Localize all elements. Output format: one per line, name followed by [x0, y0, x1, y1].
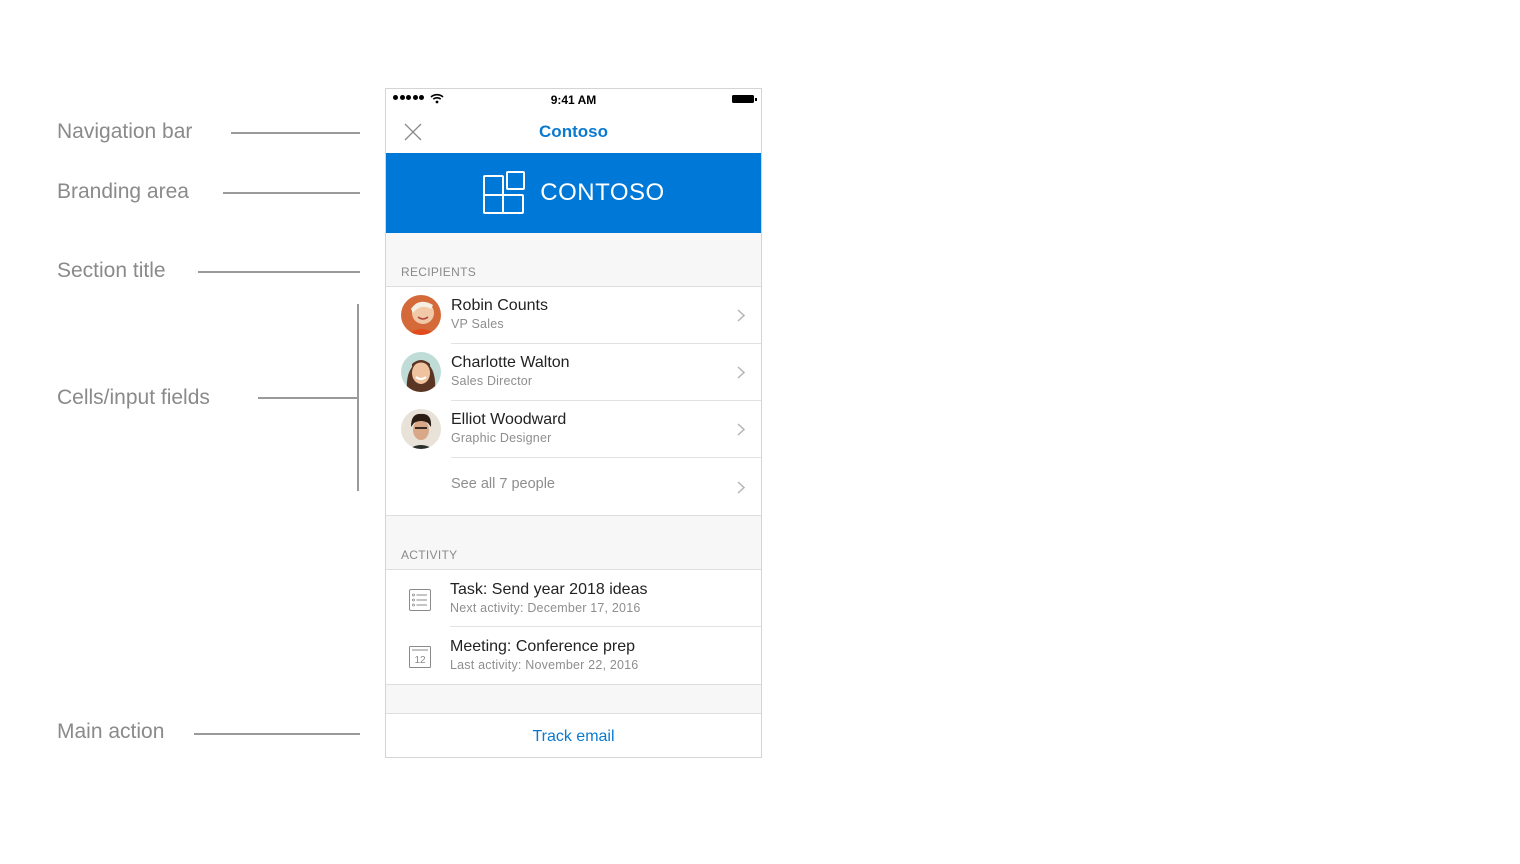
recipient-cell[interactable]: Charlotte Walton Sales Director — [386, 344, 761, 401]
chevron-right-icon — [737, 309, 745, 322]
status-time: 9:41 AM — [550, 93, 597, 107]
activity-subtitle: Last activity: November 22, 2016 — [450, 658, 639, 672]
navigation-bar: Contoso — [386, 111, 761, 153]
activity-title: Task: Send year 2018 ideas — [450, 581, 648, 598]
chevron-right-icon — [737, 366, 745, 379]
activity-cell[interactable]: Task: Send year 2018 ideas Next activity… — [386, 570, 761, 627]
callout-navigation-bar: Navigation bar — [57, 120, 193, 143]
callout-bracket — [357, 304, 359, 491]
avatar — [401, 352, 441, 392]
branding-area: CONTOSO — [386, 153, 761, 233]
chevron-right-icon — [737, 481, 745, 494]
recipient-title: Graphic Designer — [451, 431, 552, 445]
activity-subtitle: Next activity: December 17, 2016 — [450, 601, 641, 615]
callout-main-action: Main action — [57, 720, 165, 743]
callout-line — [198, 271, 360, 273]
section-title-activity: ACTIVITY — [386, 516, 761, 570]
contoso-logo-icon — [483, 171, 526, 214]
task-list-icon — [409, 589, 431, 611]
callout-section-title: Section title — [57, 259, 166, 282]
recipient-title: VP Sales — [451, 317, 504, 331]
recipient-name: Robin Counts — [451, 297, 548, 314]
section-title-recipients: RECIPIENTS — [386, 233, 761, 287]
phone-screen: 9:41 AM Contoso CONTOSO RECIPIENTS Robin… — [385, 88, 762, 758]
track-email-button[interactable]: Track email — [386, 714, 761, 757]
callout-line — [223, 192, 360, 194]
callout-line — [194, 733, 360, 735]
status-bar: 9:41 AM — [386, 89, 761, 111]
callout-line — [231, 132, 360, 134]
recipients-list: Robin Counts VP Sales Charlotte Walton S… — [386, 287, 761, 516]
see-all-people-cell[interactable]: See all 7 people — [386, 458, 761, 515]
recipient-cell[interactable]: Robin Counts VP Sales — [386, 287, 761, 344]
callout-line — [258, 397, 358, 399]
nav-title: Contoso — [539, 122, 608, 141]
activity-cell[interactable]: 12 Meeting: Conference prep Last activit… — [386, 627, 761, 684]
recipient-name: Elliot Woodward — [451, 411, 567, 428]
recipient-name: Charlotte Walton — [451, 354, 570, 371]
callout-cells-input-fields: Cells/input fields — [57, 386, 210, 409]
avatar — [401, 409, 441, 449]
battery-icon — [732, 95, 757, 103]
calendar-day: 12 — [414, 655, 426, 666]
brand-name: CONTOSO — [540, 179, 665, 206]
calendar-icon: 12 — [409, 646, 431, 668]
see-all-label: See all 7 people — [451, 476, 555, 492]
recipient-cell[interactable]: Elliot Woodward Graphic Designer — [386, 401, 761, 458]
recipient-title: Sales Director — [451, 374, 533, 388]
activity-list: Task: Send year 2018 ideas Next activity… — [386, 570, 761, 685]
spacer — [386, 685, 761, 714]
callout-branding-area: Branding area — [57, 180, 189, 203]
avatar — [401, 295, 441, 335]
chevron-right-icon — [737, 423, 745, 436]
activity-title: Meeting: Conference prep — [450, 638, 635, 655]
